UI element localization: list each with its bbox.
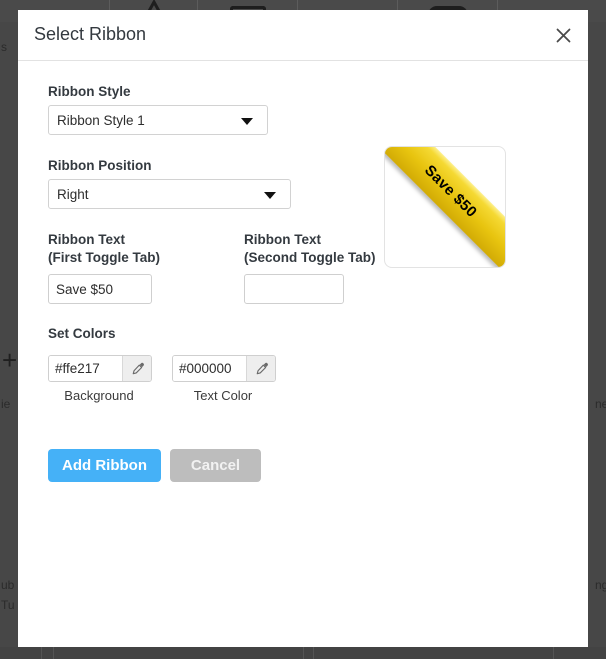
close-icon — [556, 28, 570, 42]
select-ribbon-modal: Select Ribbon Ribbon Style Ribbon Style … — [18, 10, 588, 647]
add-ribbon-button-label: Add Ribbon — [62, 457, 147, 474]
set-colors-label: Set Colors — [48, 326, 116, 341]
text-color-picker-button[interactable] — [246, 356, 275, 381]
ribbon-position-value: Right — [57, 186, 89, 202]
background-text: s — [1, 40, 7, 54]
ribbon-position-select[interactable]: Right — [48, 179, 291, 209]
background-text: ub — [1, 578, 15, 592]
background-color-picker-button[interactable] — [122, 356, 151, 381]
ribbon-preview: Save $50 — [384, 146, 506, 268]
ribbon-band: Save $50 — [385, 147, 505, 267]
eyedropper-icon — [256, 362, 268, 374]
modal-header: Select Ribbon — [18, 10, 588, 61]
ribbon-position-label: Ribbon Position — [48, 158, 152, 173]
background-color-input[interactable] — [49, 356, 122, 381]
chevron-down-icon — [241, 118, 253, 125]
text-color-caption: Text Color — [193, 388, 253, 403]
add-ribbon-button[interactable]: Add Ribbon — [48, 449, 161, 482]
eyedropper-icon — [132, 362, 144, 374]
cancel-button-label: Cancel — [190, 457, 241, 474]
close-button[interactable] — [550, 22, 576, 48]
ribbon-style-value: Ribbon Style 1 — [57, 112, 145, 128]
text-color-input[interactable] — [173, 356, 246, 381]
background-text: Tu — [1, 598, 15, 612]
page-title: Select Ribbon — [34, 24, 147, 44]
background-text: ie — [1, 397, 11, 411]
text-color-group — [172, 355, 276, 382]
ribbon-text-second-input[interactable] — [244, 274, 344, 304]
background-color-group — [48, 355, 152, 382]
screen: s + ie ub Tu ne ng Select Ribbon Ribbon … — [0, 0, 606, 659]
ribbon-style-select[interactable]: Ribbon Style 1 — [48, 105, 268, 135]
ribbon-text-second-label: Ribbon Text (Second Toggle Tab) — [244, 232, 376, 265]
chevron-down-icon — [264, 192, 276, 199]
background-color-caption: Background — [64, 388, 134, 403]
ribbon-style-label: Ribbon Style — [48, 84, 131, 99]
background-text: ng — [595, 578, 606, 592]
ribbon-preview-label: Save $50 — [421, 161, 481, 221]
background-text: ne — [595, 397, 606, 411]
ribbon-text-first-input[interactable] — [48, 274, 152, 304]
ribbon-text-first-label: Ribbon Text (First Toggle Tab) — [48, 232, 160, 265]
background-plus-icon: + — [2, 345, 18, 375]
background-bottom-strip — [0, 647, 606, 659]
cancel-button[interactable]: Cancel — [170, 449, 261, 482]
